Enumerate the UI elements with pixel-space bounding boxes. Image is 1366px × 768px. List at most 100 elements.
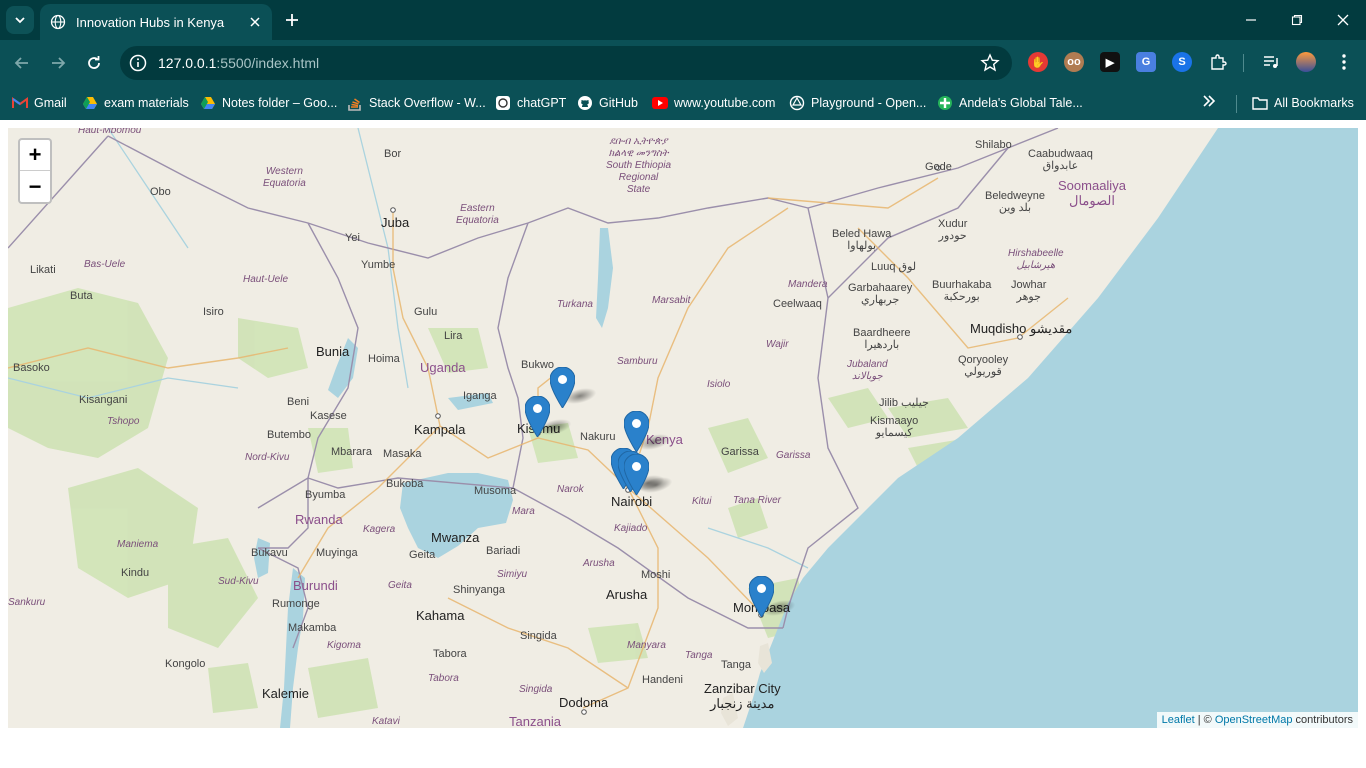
tab-strip: Innovation Hubs in Kenya	[0, 0, 1366, 40]
map-label: Rwanda	[295, 512, 343, 527]
restore-button[interactable]	[1274, 0, 1320, 40]
map-label: Baardheere باردهيرا	[853, 327, 911, 351]
new-tab-button[interactable]	[280, 8, 304, 32]
openstreetmap-link[interactable]: OpenStreetMap	[1215, 714, 1293, 726]
map-label: Kisangani	[79, 394, 128, 406]
map-label: Isiro	[203, 306, 224, 318]
forward-button[interactable]	[44, 49, 72, 77]
map-label: Jubaland جوبالاند	[847, 359, 888, 382]
leaflet-map[interactable]: Haut-Mbomou Bor ደቡብ ኢትዮጵያ ክልላዊ መንግስት Sou…	[8, 128, 1358, 728]
map-label: Sankuru	[8, 597, 46, 608]
bookmark-label: Andela's Global Tale...	[959, 96, 1083, 110]
map-marker-icon[interactable]	[624, 411, 649, 452]
bookmarks-separator	[1236, 95, 1237, 113]
map-marker-icon[interactable]	[749, 576, 774, 617]
map-label: Gulu	[414, 306, 438, 318]
url-text[interactable]: 127.0.0.1:5500/index.html	[158, 55, 319, 71]
map-label: Ceelwaaq	[773, 298, 822, 310]
map-tiles	[8, 128, 1358, 728]
tab-search-button[interactable]	[6, 6, 34, 34]
map-label: Soomaaliya الصومال	[1058, 178, 1126, 208]
map-label: Obo	[150, 186, 171, 198]
address-bar[interactable]: 127.0.0.1:5500/index.html	[120, 46, 1012, 80]
map-label: Shilabo	[975, 139, 1012, 151]
bookmark-chatgpt[interactable]: chatGPT	[495, 93, 566, 113]
zoom-in-button[interactable]: +	[20, 140, 50, 171]
andela-icon	[937, 95, 953, 111]
map-label: Kahama	[416, 608, 465, 623]
browser-toolbar: 127.0.0.1:5500/index.html ✋ oo ▶ G S	[0, 40, 1366, 86]
drive-icon	[200, 95, 216, 111]
arrow-right-icon	[52, 57, 66, 69]
gmail-icon	[12, 95, 28, 111]
map-label: Nakuru	[580, 431, 616, 443]
back-button[interactable]	[8, 49, 36, 77]
bookmark-gmail[interactable]: Gmail	[12, 93, 67, 113]
map-label: Katavi	[372, 716, 400, 727]
bookmark-exam-materials[interactable]: exam materials	[82, 93, 189, 113]
map-label: Xudur حودور	[938, 218, 968, 242]
map-marker-icon[interactable]	[550, 367, 575, 408]
bookmark-andela[interactable]: Andela's Global Tale...	[937, 93, 1083, 113]
close-tab-icon[interactable]	[246, 13, 264, 31]
map-label: Kismaayo كيسمايو	[870, 415, 919, 439]
map-label: Arusha	[606, 587, 648, 602]
map-label: Kampala	[414, 422, 466, 437]
map-label: Garbahaarey جربهاري	[848, 282, 913, 306]
map-label: Kagera	[363, 524, 396, 535]
chevron-down-icon	[15, 17, 25, 24]
map-label: Hoima	[368, 353, 400, 365]
all-bookmarks-label: All Bookmarks	[1274, 96, 1354, 110]
map-label: Isiolo	[707, 379, 731, 390]
toolbar-separator	[1243, 54, 1244, 72]
reload-button[interactable]	[80, 49, 108, 77]
map-label: Arusha	[583, 558, 615, 569]
minimize-button[interactable]	[1228, 0, 1274, 40]
more-menu-icon[interactable]	[1334, 52, 1354, 72]
extension-editor-icon[interactable]: ▶	[1100, 52, 1120, 72]
all-bookmarks-button[interactable]: All Bookmarks	[1252, 93, 1354, 113]
map-marker-icon[interactable]	[525, 396, 550, 437]
more-bookmarks-icon[interactable]	[1202, 94, 1220, 112]
bookmark-youtube[interactable]: www.youtube.com	[652, 93, 775, 113]
map-label: Yumbe	[361, 259, 396, 271]
site-info-icon[interactable]	[128, 53, 148, 73]
map-marker-icon[interactable]	[624, 454, 649, 495]
extensions-puzzle-icon[interactable]	[1208, 52, 1228, 72]
map-label: Mbarara	[331, 446, 372, 458]
media-controls-icon[interactable]	[1261, 52, 1281, 72]
extension-hand-icon[interactable]: ✋	[1028, 52, 1048, 72]
map-label: Beledweyne بلد وين	[985, 190, 1045, 214]
map-label: Mwanza	[431, 530, 480, 545]
map-label: Basoko	[13, 362, 50, 374]
extension-owl-icon[interactable]: oo	[1064, 52, 1084, 72]
bookmark-star-icon[interactable]	[980, 53, 1000, 73]
bookmark-github[interactable]: GitHub	[577, 93, 638, 113]
map-label: Kindu	[121, 567, 150, 579]
bookmark-stack-overflow[interactable]: Stack Overflow - W...	[347, 93, 486, 113]
profile-avatar[interactable]	[1296, 52, 1316, 72]
extension-translate-icon[interactable]: G	[1136, 52, 1156, 72]
close-window-button[interactable]	[1320, 0, 1366, 40]
zoom-out-button[interactable]: −	[20, 171, 50, 202]
map-label: Shinyanga	[453, 584, 505, 596]
map-label: Garissa	[721, 446, 759, 458]
map-label: Zanzibar City مدينة زنجبار	[704, 681, 781, 711]
map-label: Likati	[30, 264, 56, 276]
active-tab[interactable]: Innovation Hubs in Kenya	[40, 4, 272, 40]
map-label: Kasese	[310, 410, 347, 422]
map-label: Turkana	[557, 299, 593, 310]
bookmark-notes-folder[interactable]: Notes folder – Goo...	[200, 93, 337, 113]
map-label: Tana River	[733, 495, 781, 506]
drive-icon	[82, 95, 98, 111]
leaflet-link[interactable]: Leaflet	[1162, 714, 1195, 726]
folder-icon	[1252, 95, 1268, 111]
map-label: Eastern Equatoria	[456, 203, 499, 226]
bookmark-label: chatGPT	[517, 96, 567, 110]
map-label: Haut-Uele	[243, 274, 289, 285]
extension-shazam-icon[interactable]: S	[1172, 52, 1192, 72]
map-label: Bukavu	[251, 547, 288, 559]
map-label: Burundi	[293, 578, 338, 593]
bookmark-playground[interactable]: Playground - Open...	[789, 93, 926, 113]
map-label: Bas-Uele	[84, 259, 126, 270]
